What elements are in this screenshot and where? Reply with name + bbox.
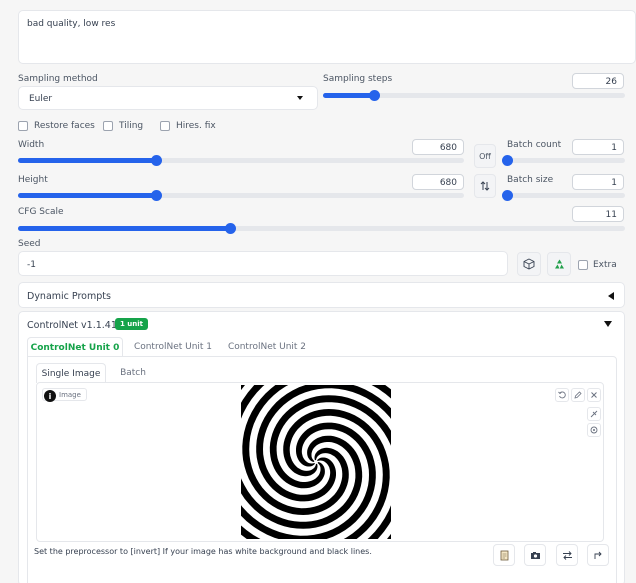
webcam-button[interactable] xyxy=(524,544,546,566)
width-slider[interactable] xyxy=(18,155,464,166)
height-input[interactable]: 680 xyxy=(412,174,464,190)
batch-size-slider[interactable] xyxy=(502,190,625,201)
slider-thumb[interactable] xyxy=(151,155,163,166)
controlnet-unit-badge: 1 unit xyxy=(115,318,149,330)
cfg-scale-label: CFG Scale xyxy=(18,207,64,217)
slider-thumb[interactable] xyxy=(502,155,513,166)
brush-button[interactable] xyxy=(587,407,601,421)
slider-fill xyxy=(18,226,231,231)
create-canvas-button[interactable] xyxy=(493,544,515,566)
sampling-method-label: Sampling method xyxy=(18,74,98,84)
swap-image-button[interactable] xyxy=(556,544,578,566)
batch-count-input[interactable]: 1 xyxy=(572,139,624,155)
batch-size-label: Batch size xyxy=(507,175,554,185)
hires-fix-label: Hires. fix xyxy=(176,121,216,131)
tab-controlnet-unit-2[interactable]: ControlNet Unit 2 xyxy=(221,337,313,357)
batch-size-input[interactable]: 1 xyxy=(572,174,624,190)
spiral-image xyxy=(241,385,391,539)
seed-value: -1 xyxy=(27,260,36,270)
dimensions-lock-label: Off xyxy=(479,151,491,161)
recycle-icon xyxy=(554,259,564,268)
extra-seed-option[interactable]: Extra xyxy=(578,260,617,270)
sampling-method-dropdown[interactable]: Euler xyxy=(18,86,318,110)
width-input[interactable]: 680 xyxy=(412,139,464,155)
swap-dimensions-button[interactable] xyxy=(474,174,496,198)
width-label: Width xyxy=(18,140,45,150)
height-label: Height xyxy=(18,175,48,185)
image-upload-area[interactable]: Image i xyxy=(36,382,604,542)
undo-icon xyxy=(558,391,566,399)
controlnet-panel: ControlNet v1.1.410 1 unit ControlNet Un… xyxy=(18,311,625,583)
hires-fix-checkbox[interactable] xyxy=(160,121,170,131)
notepad-icon xyxy=(500,550,508,560)
cfg-scale-slider[interactable] xyxy=(18,223,625,234)
send-dimensions-button[interactable] xyxy=(587,544,609,566)
brush-icon xyxy=(590,410,598,418)
tab-label: Batch xyxy=(120,368,146,378)
random-seed-button[interactable] xyxy=(517,252,541,276)
image-label: Image xyxy=(59,390,81,399)
preprocessor-hint: Set the preprocessor to [invert] If your… xyxy=(34,547,372,556)
arrow-up-right-icon xyxy=(594,551,602,559)
restore-faces-option[interactable]: Restore faces xyxy=(18,121,95,131)
slider-fill xyxy=(18,158,157,163)
sampling-steps-label: Sampling steps xyxy=(323,74,393,84)
swap-horizontal-icon xyxy=(562,550,572,560)
batch-count-label: Batch count xyxy=(507,140,562,150)
close-icon xyxy=(591,392,597,398)
sampling-steps-slider[interactable] xyxy=(323,90,625,101)
controlnet-title: ControlNet v1.1.410 xyxy=(27,320,123,331)
tiling-label: Tiling xyxy=(119,121,144,131)
palette-icon xyxy=(590,426,598,434)
restore-faces-label: Restore faces xyxy=(34,121,95,131)
cfg-scale-input[interactable]: 11 xyxy=(572,206,624,222)
expand-down-icon[interactable] xyxy=(604,321,612,327)
slider-thumb[interactable] xyxy=(369,90,381,101)
tab-label: ControlNet Unit 1 xyxy=(133,342,213,352)
extra-seed-label: Extra xyxy=(593,260,617,270)
tab-label: Single Image xyxy=(41,368,101,379)
height-slider[interactable] xyxy=(18,190,464,201)
color-picker-button[interactable] xyxy=(587,423,601,437)
dynamic-prompts-accordion[interactable]: Dynamic Prompts xyxy=(18,282,625,308)
camera-icon xyxy=(530,551,540,559)
tab-label: ControlNet Unit 0 xyxy=(30,342,120,353)
negative-prompt-input[interactable]: bad quality, low res xyxy=(18,10,636,64)
extra-seed-checkbox[interactable] xyxy=(578,260,588,270)
sampling-method-value: Euler xyxy=(29,94,53,104)
tab-label: ControlNet Unit 2 xyxy=(227,342,307,352)
slider-fill xyxy=(18,193,157,198)
tiling-option[interactable]: Tiling xyxy=(103,121,143,131)
tab-batch[interactable]: Batch xyxy=(110,363,156,383)
collapse-left-icon xyxy=(608,292,614,300)
edit-button[interactable] xyxy=(571,388,585,402)
clear-image-button[interactable] xyxy=(587,388,601,402)
batch-count-slider[interactable] xyxy=(502,155,625,166)
slider-thumb[interactable] xyxy=(502,190,513,201)
slider-thumb[interactable] xyxy=(151,190,163,201)
seed-input[interactable]: -1 xyxy=(18,251,508,276)
slider-fill xyxy=(323,93,375,98)
sampling-steps-input[interactable]: 26 xyxy=(572,73,624,89)
restore-faces-checkbox[interactable] xyxy=(18,121,28,131)
chevron-down-icon xyxy=(297,96,303,100)
pencil-icon xyxy=(574,391,582,399)
dice-icon xyxy=(523,258,535,270)
tab-controlnet-unit-1[interactable]: ControlNet Unit 1 xyxy=(127,337,219,357)
tab-controlnet-unit-0[interactable]: ControlNet Unit 0 xyxy=(27,337,123,357)
negative-prompt-text: bad quality, low res xyxy=(27,19,116,29)
tab-single-image[interactable]: Single Image xyxy=(36,363,106,383)
dynamic-prompts-title: Dynamic Prompts xyxy=(27,291,111,302)
info-icon: i xyxy=(44,390,56,402)
dimensions-lock-button[interactable]: Off xyxy=(474,144,496,168)
swap-vertical-icon xyxy=(480,181,490,191)
tiling-checkbox[interactable] xyxy=(103,121,113,131)
seed-label: Seed xyxy=(18,239,41,249)
undo-button[interactable] xyxy=(555,388,569,402)
hires-fix-option[interactable]: Hires. fix xyxy=(160,121,216,131)
slider-thumb[interactable] xyxy=(225,223,237,234)
reuse-seed-button[interactable] xyxy=(547,252,571,276)
